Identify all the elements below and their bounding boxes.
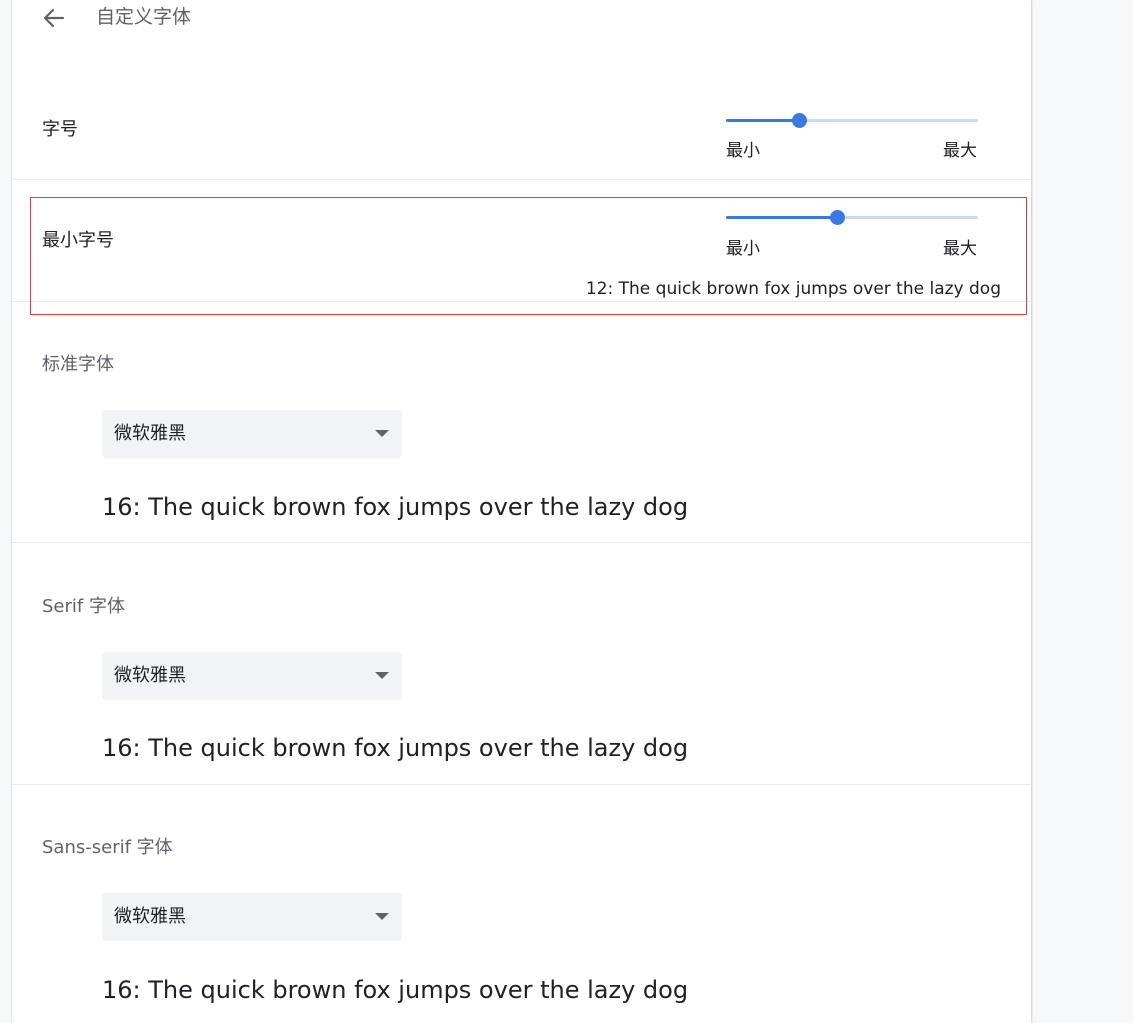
sans-serif-font-label: Sans-serif 字体 bbox=[42, 837, 173, 858]
divider bbox=[12, 179, 1031, 180]
min-font-size-max-label: 最大 bbox=[943, 239, 977, 259]
serif-font-select[interactable]: 微软雅黑 bbox=[102, 652, 402, 700]
dropdown-arrow-icon bbox=[375, 672, 389, 679]
min-font-size-sample: 12: The quick brown fox jumps over the l… bbox=[585, 279, 1001, 299]
dropdown-arrow-icon bbox=[375, 430, 389, 437]
slider-fill bbox=[726, 216, 837, 219]
settings-card: 自定义字体 字号 最小 最大 最小字号 最小 最大 12: The quick … bbox=[12, 0, 1031, 1023]
sans-serif-font-sample: 16: The quick brown fox jumps over the l… bbox=[102, 976, 689, 1004]
arrow-left-icon bbox=[43, 8, 65, 28]
back-button[interactable] bbox=[38, 2, 70, 34]
font-size-slider[interactable] bbox=[726, 110, 978, 130]
min-font-size-label: 最小字号 bbox=[42, 230, 114, 251]
dropdown-arrow-icon bbox=[375, 913, 389, 920]
divider bbox=[12, 784, 1031, 785]
min-font-size-min-label: 最小 bbox=[726, 239, 760, 259]
select-value: 微软雅黑 bbox=[114, 423, 186, 444]
select-value: 微软雅黑 bbox=[114, 906, 186, 927]
slider-knob[interactable] bbox=[792, 113, 808, 128]
slider-fill bbox=[726, 119, 800, 122]
min-font-size-slider[interactable] bbox=[726, 207, 978, 227]
page-title: 自定义字体 bbox=[96, 6, 192, 28]
page-header: 自定义字体 bbox=[12, 0, 1031, 34]
divider bbox=[12, 542, 1031, 543]
font-size-max-label: 最大 bbox=[943, 141, 977, 161]
serif-font-label: Serif 字体 bbox=[42, 596, 125, 617]
slider-knob[interactable] bbox=[829, 210, 845, 225]
select-value: 微软雅黑 bbox=[114, 665, 186, 686]
font-size-label: 字号 bbox=[42, 119, 78, 140]
serif-font-sample: 16: The quick brown fox jumps over the l… bbox=[102, 734, 689, 762]
divider bbox=[12, 301, 1031, 302]
font-size-min-label: 最小 bbox=[726, 141, 760, 161]
standard-font-select[interactable]: 微软雅黑 bbox=[102, 410, 402, 458]
standard-font-sample: 16: The quick brown fox jumps over the l… bbox=[102, 493, 689, 521]
standard-font-label: 标准字体 bbox=[42, 354, 114, 375]
sans-serif-font-select[interactable]: 微软雅黑 bbox=[102, 893, 402, 941]
